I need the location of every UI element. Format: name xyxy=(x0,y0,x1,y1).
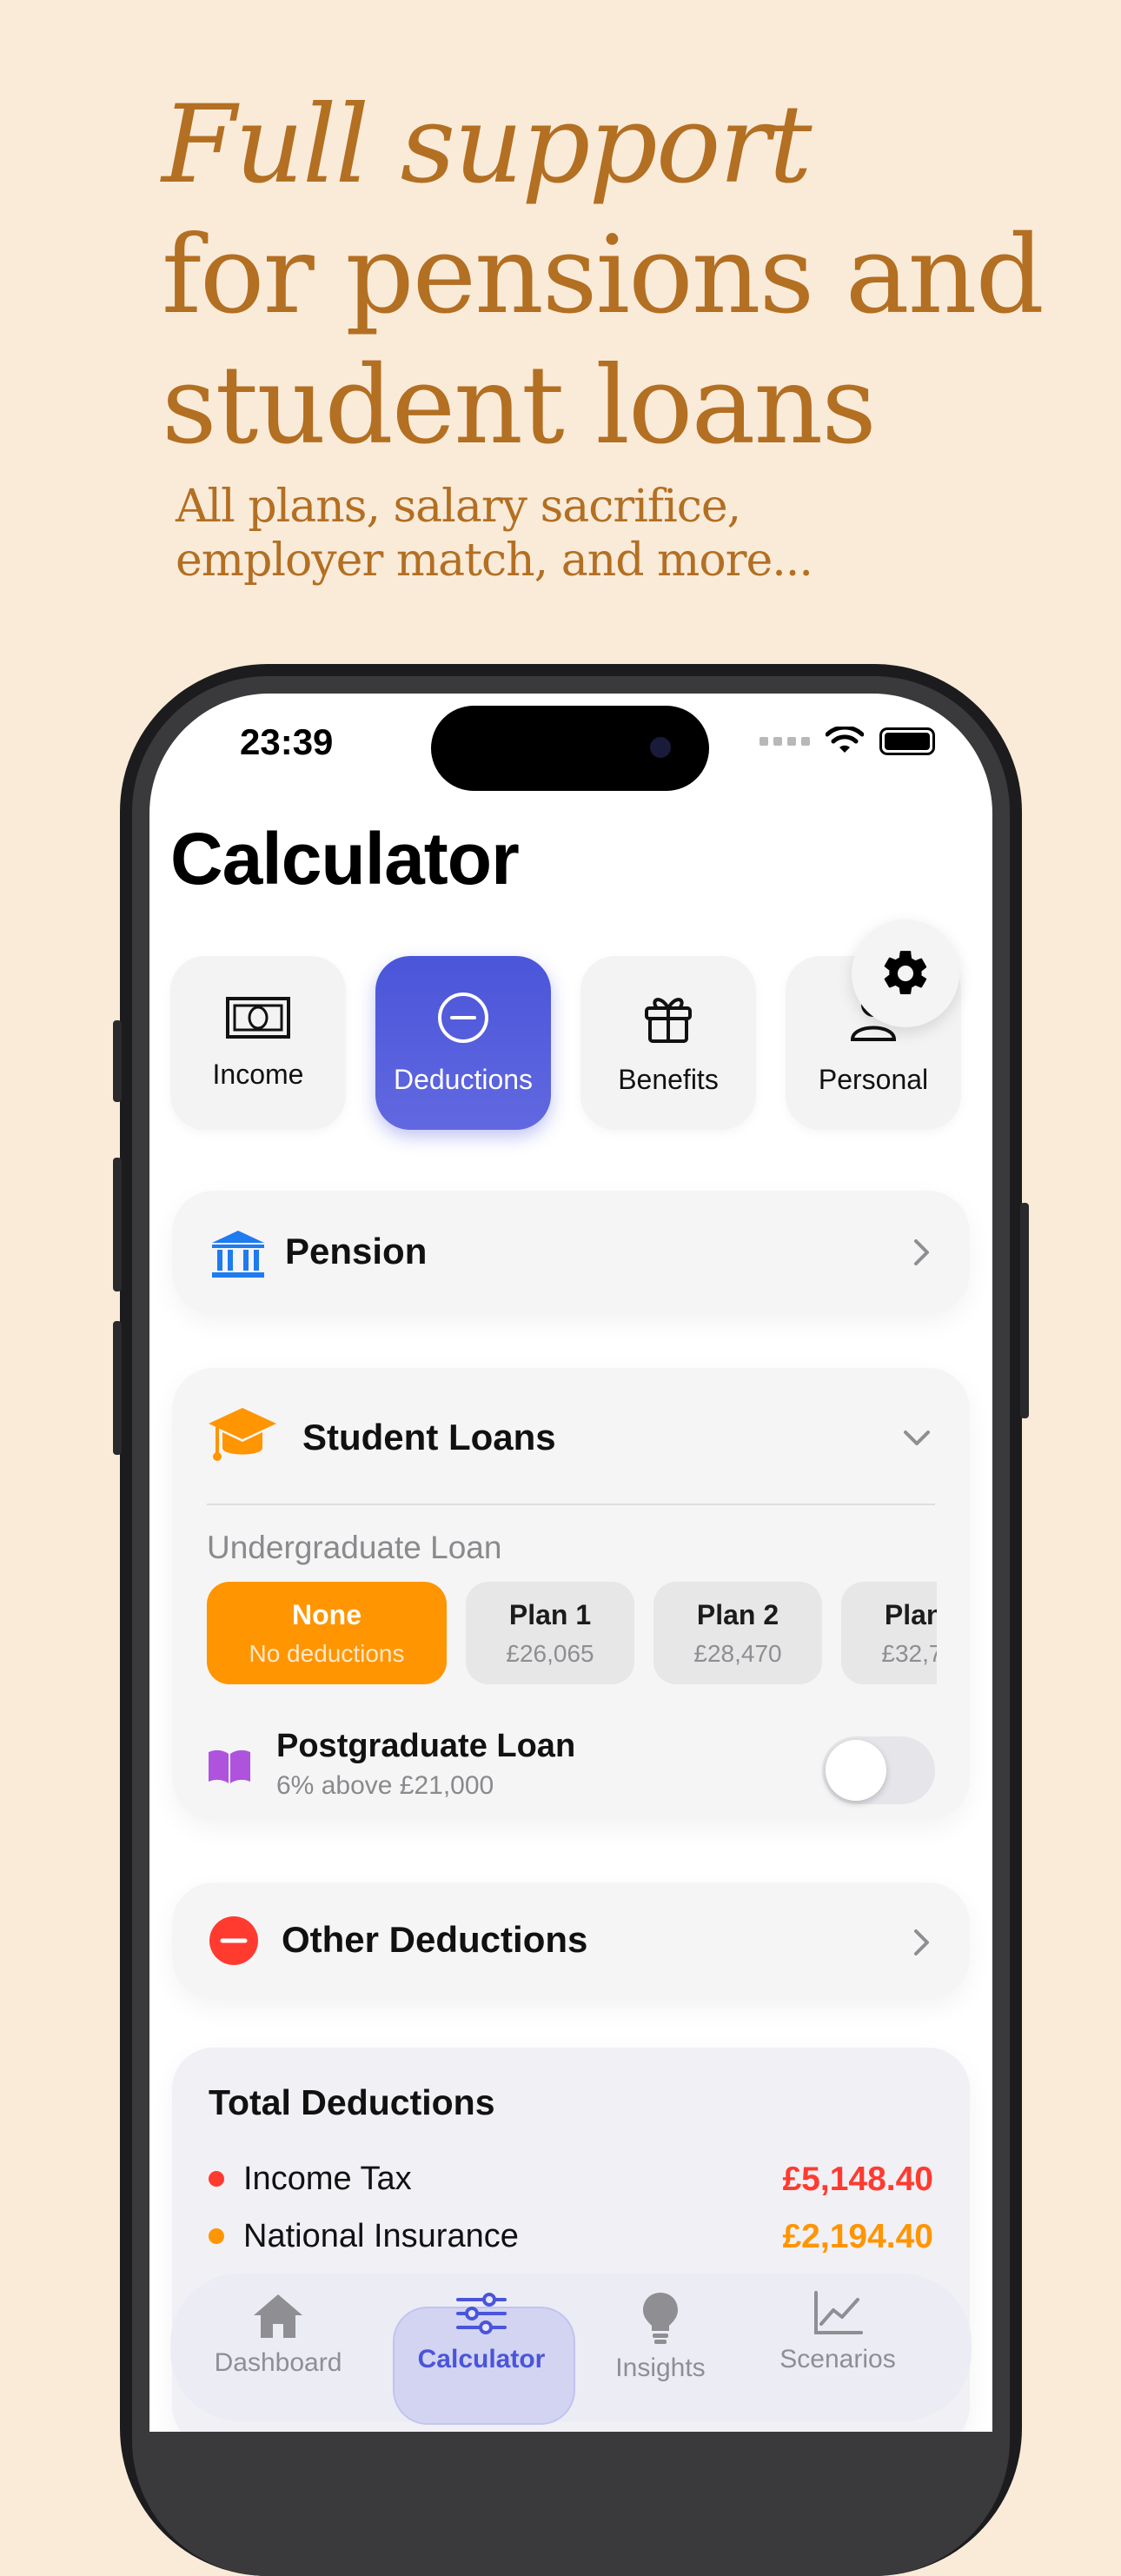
plan-threshold: No deductions xyxy=(249,1639,405,1667)
headline-line-3: student loans xyxy=(162,343,877,468)
page-title: Calculator xyxy=(170,818,520,900)
category-tabs: Income Deductions Benefits Personal xyxy=(170,956,961,1130)
phone-screen: 23:39 Calculator Income Deductions Benef… xyxy=(149,694,992,2432)
settings-button[interactable] xyxy=(852,920,959,1027)
lightbulb-icon xyxy=(643,2293,678,2344)
tab-personal-label: Personal xyxy=(818,1063,929,1095)
headline-line-1: Full support xyxy=(162,83,813,208)
other-deductions-label: Other Deductions xyxy=(282,1919,588,1960)
tabbar-label: Dashboard xyxy=(214,2348,342,2377)
graduation-cap-icon xyxy=(209,1408,276,1461)
pension-row[interactable]: Pension xyxy=(172,1191,970,1314)
plan-threshold: £26,065 xyxy=(506,1639,594,1667)
tab-deductions[interactable]: Deductions xyxy=(375,956,551,1130)
total-deductions-title: Total Deductions xyxy=(209,2082,495,2122)
phone-power-button xyxy=(1020,1203,1029,1418)
postgraduate-loan-subtitle: 6% above £21,000 xyxy=(276,1771,494,1800)
other-deductions-row[interactable]: Other Deductions xyxy=(172,1882,970,1999)
tabbar-label: Scenarios xyxy=(779,2345,896,2374)
deduction-amount: £2,194.40 xyxy=(782,2218,933,2255)
postgraduate-loan-toggle[interactable] xyxy=(822,1736,935,1804)
pension-label: Pension xyxy=(285,1231,428,1271)
subheadline: All plans, salary sacrifice, employer ma… xyxy=(176,480,813,588)
phone-volume-up-button xyxy=(113,1158,122,1291)
sliders-icon xyxy=(456,2293,507,2334)
book-icon xyxy=(209,1749,250,1783)
tab-income-label: Income xyxy=(212,1058,304,1090)
student-loans-label: Student Loans xyxy=(302,1417,556,1457)
gear-icon xyxy=(884,951,927,994)
deduction-label: Income Tax xyxy=(243,2161,412,2197)
minus-circle-red-icon xyxy=(209,1916,258,1965)
status-indicators xyxy=(759,727,935,756)
tabbar-scenarios[interactable]: Scenarios xyxy=(751,2291,925,2374)
status-dot xyxy=(209,2171,224,2187)
deduction-label: National Insurance xyxy=(243,2218,519,2254)
plan-name: None xyxy=(292,1598,362,1630)
phone-action-button xyxy=(113,1020,122,1102)
postgraduate-loan-title: Postgraduate Loan xyxy=(276,1728,576,1764)
plan-name: Plan 1 xyxy=(508,1598,592,1630)
plan-threshold: £32,745 xyxy=(881,1639,937,1667)
headline: Full support for pensions and student lo… xyxy=(162,80,1045,471)
student-loans-card: Student Loans Undergraduate Loan None No… xyxy=(172,1368,970,1820)
plan-option-1[interactable]: Plan 1 £26,065 xyxy=(466,1582,634,1684)
subheadline-line-2: employer match, and more... xyxy=(176,534,813,587)
plan-option-none[interactable]: None No deductions xyxy=(207,1582,447,1684)
house-icon xyxy=(254,2294,302,2338)
chevron-right-icon xyxy=(914,1929,929,1955)
phone-volume-down-button xyxy=(113,1321,122,1455)
headline-line-2: for pensions and xyxy=(162,213,1045,338)
tabbar-dashboard[interactable]: Dashboard xyxy=(191,2291,365,2378)
divider xyxy=(207,1504,935,1505)
tabbar-label: Calculator xyxy=(417,2345,546,2374)
minus-circle-icon xyxy=(438,992,488,1043)
plan-name: Plan 2 xyxy=(696,1598,779,1630)
postgraduate-loan-row: Postgraduate Loan 6% above £21,000 xyxy=(207,1728,935,1806)
undergraduate-loan-label: Undergraduate Loan xyxy=(207,1530,502,1565)
deduction-amount: £5,148.40 xyxy=(782,2161,933,2198)
status-time: 23:39 xyxy=(240,721,334,762)
banknote-icon xyxy=(226,996,290,1039)
gift-icon xyxy=(645,997,692,1043)
tabbar-insights[interactable]: Insights xyxy=(574,2291,747,2383)
tabbar-label: Insights xyxy=(615,2354,706,2382)
chevron-right-icon xyxy=(914,1239,929,1265)
tab-benefits[interactable]: Benefits xyxy=(580,956,756,1130)
tab-income[interactable]: Income xyxy=(170,956,346,1130)
tab-deductions-label: Deductions xyxy=(393,1063,534,1095)
subheadline-line-1: All plans, salary sacrifice, xyxy=(176,481,741,533)
plan-option-2[interactable]: Plan 2 £28,470 xyxy=(653,1582,822,1684)
tabbar-calculator[interactable]: Calculator xyxy=(395,2291,568,2374)
deduction-row-income-tax: Income Tax £5,148.40 xyxy=(209,2155,933,2199)
deduction-row-national-insurance: National Insurance £2,194.40 xyxy=(209,2213,933,2256)
status-dot xyxy=(209,2228,224,2244)
bank-icon xyxy=(212,1231,264,1278)
chevron-down-icon[interactable] xyxy=(902,1429,932,1448)
chart-icon xyxy=(814,2291,863,2334)
plan-threshold: £28,470 xyxy=(693,1639,782,1667)
signal-icon xyxy=(759,737,810,746)
dynamic-island xyxy=(431,706,709,791)
tab-benefits-label: Benefits xyxy=(618,1063,719,1095)
plan-option-4[interactable]: Plan 4 £32,745 xyxy=(841,1582,937,1684)
battery-icon xyxy=(879,727,935,755)
wifi-icon xyxy=(826,727,864,753)
plan-name: Plan 4 xyxy=(884,1598,937,1630)
plan-selector: None No deductions Plan 1 £26,065 Plan 2… xyxy=(207,1582,937,1684)
